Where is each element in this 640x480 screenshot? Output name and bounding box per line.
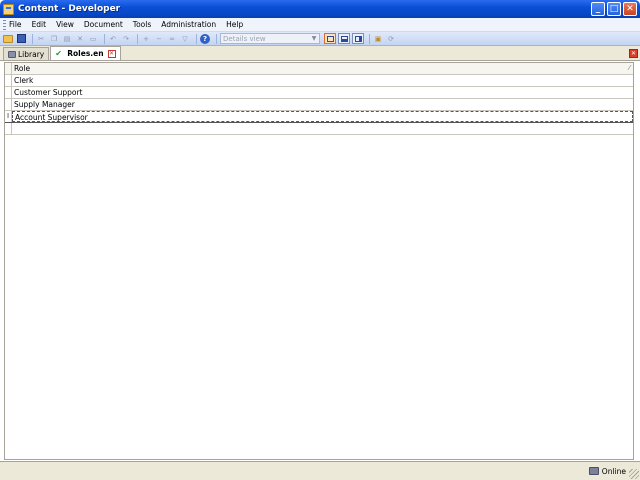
remove-button[interactable]: −	[154, 34, 164, 44]
add-button[interactable]: +	[141, 34, 151, 44]
toolbar: ✂ ❐ ▤ ✕ ▭ ↶ ↷ + − ∞ ▽ ? Details view ▼ ▣…	[0, 32, 640, 46]
network-icon	[588, 467, 599, 475]
open-folder-icon	[3, 34, 13, 43]
binoculars-icon: ∞	[169, 34, 175, 43]
row-gutter[interactable]	[5, 87, 12, 98]
undo-button[interactable]: ↶	[108, 34, 118, 44]
role-cell-input[interactable]: Account Supervisor	[12, 111, 633, 122]
role-cell[interactable]: Supply Manager	[12, 99, 633, 110]
menu-administration[interactable]: Administration	[161, 20, 216, 29]
remove-icon: −	[156, 34, 162, 43]
properties-small-button[interactable]: ▭	[88, 34, 98, 44]
save-icon	[16, 34, 26, 43]
row-header-gutter	[5, 63, 12, 74]
toolbar-separator	[216, 33, 217, 44]
connection-status: Online	[601, 466, 626, 476]
table-row[interactable]: Customer Support	[5, 87, 633, 99]
refresh-button[interactable]: ⟳	[386, 34, 396, 44]
find-button[interactable]: ∞	[167, 34, 177, 44]
save-button[interactable]	[16, 34, 26, 44]
redo-button[interactable]: ↷	[121, 34, 131, 44]
table-row-editing[interactable]: I Account Supervisor	[5, 111, 633, 123]
row-gutter[interactable]	[5, 75, 12, 86]
menu-bar: File Edit View Document Tools Administra…	[0, 18, 640, 32]
delete-icon: ✕	[77, 34, 83, 43]
tab-library[interactable]: Library	[3, 47, 50, 60]
role-cell[interactable]: Clerk	[12, 75, 633, 86]
toolbar-separator	[369, 33, 370, 44]
undo-icon: ↶	[110, 34, 116, 43]
layout-split-horizontal-button[interactable]	[338, 33, 350, 44]
document-icon: ▭	[89, 34, 97, 43]
window-controls: _ □ ✕	[591, 2, 637, 16]
tab-library-label: Library	[18, 49, 45, 59]
help-button[interactable]: ?	[200, 33, 210, 44]
delete-button[interactable]: ✕	[75, 34, 85, 44]
chevron-down-icon: ▼	[311, 35, 317, 42]
toolbar-separator	[196, 33, 197, 44]
filter-icon: ▽	[182, 34, 188, 43]
row-gutter[interactable]	[5, 99, 12, 110]
layout-split-vertical-button[interactable]	[352, 33, 364, 44]
resize-grip-handle[interactable]	[629, 469, 639, 479]
open-button[interactable]	[3, 34, 13, 44]
tab-roles-en[interactable]: ✔ Roles.en ✕	[50, 46, 121, 60]
menu-edit[interactable]: Edit	[32, 20, 47, 29]
role-cell[interactable]: Customer Support	[12, 87, 633, 98]
row-gutter[interactable]	[5, 123, 12, 134]
properties-button[interactable]: ▣	[373, 34, 383, 44]
layout-split-vertical-icon	[354, 35, 362, 42]
tab-close-icon[interactable]: ✕	[107, 49, 116, 58]
toolbar-separator	[104, 33, 105, 44]
tab-roles-en-label: Roles.en	[67, 49, 104, 58]
properties-icon: ▣	[374, 34, 382, 43]
copy-icon: ❐	[50, 34, 58, 43]
cut-icon: ✂	[38, 34, 44, 43]
role-cell[interactable]	[12, 123, 633, 134]
library-icon	[8, 50, 16, 58]
grid-header: Role ⁄	[5, 63, 633, 75]
title-bar: Content - Developer _ □ ✕	[0, 0, 640, 18]
menu-grip-handle[interactable]	[3, 19, 6, 30]
paste-icon: ▤	[63, 34, 71, 43]
status-bar: Online	[0, 461, 640, 480]
menu-document[interactable]: Document	[84, 20, 123, 29]
document-tab-strip: Library ✔ Roles.en ✕ ✕	[0, 46, 640, 61]
edit-cursor-icon: I	[5, 111, 12, 122]
menu-view[interactable]: View	[56, 20, 74, 29]
maximize-button[interactable]: □	[607, 2, 621, 16]
layout-single-button[interactable]	[324, 33, 336, 44]
cut-button[interactable]: ✂	[36, 34, 46, 44]
view-mode-select[interactable]: Details view ▼	[220, 33, 320, 44]
paste-button[interactable]: ▤	[62, 34, 72, 44]
view-mode-value: Details view	[223, 34, 266, 43]
close-button[interactable]: ✕	[623, 2, 637, 16]
toolbar-separator	[137, 33, 138, 44]
table-row[interactable]: Clerk	[5, 75, 633, 87]
filter-button[interactable]: ▽	[180, 34, 190, 44]
table-row[interactable]: Supply Manager	[5, 99, 633, 111]
copy-button[interactable]: ❐	[49, 34, 59, 44]
roles-grid: Role ⁄ Clerk Customer Support Supply Man…	[4, 62, 634, 460]
window-title: Content - Developer	[18, 4, 121, 14]
checkmark-icon: ✔	[55, 49, 62, 58]
menu-tools[interactable]: Tools	[133, 20, 151, 29]
minimize-button[interactable]: _	[591, 2, 605, 16]
close-document-icon[interactable]: ✕	[629, 49, 638, 58]
layout-single-icon	[326, 35, 334, 42]
column-header-role[interactable]: Role	[12, 64, 30, 73]
layout-split-horizontal-icon	[340, 35, 348, 42]
menu-file[interactable]: File	[9, 20, 22, 29]
table-row-new[interactable]	[5, 123, 633, 135]
help-icon: ?	[200, 33, 210, 44]
add-icon: +	[143, 34, 149, 43]
refresh-icon: ⟳	[388, 34, 394, 43]
menu-help[interactable]: Help	[226, 20, 243, 29]
app-icon	[3, 3, 14, 15]
toolbar-separator	[32, 33, 33, 44]
redo-icon: ↷	[123, 34, 129, 43]
sort-icon[interactable]: ⁄	[629, 64, 630, 72]
